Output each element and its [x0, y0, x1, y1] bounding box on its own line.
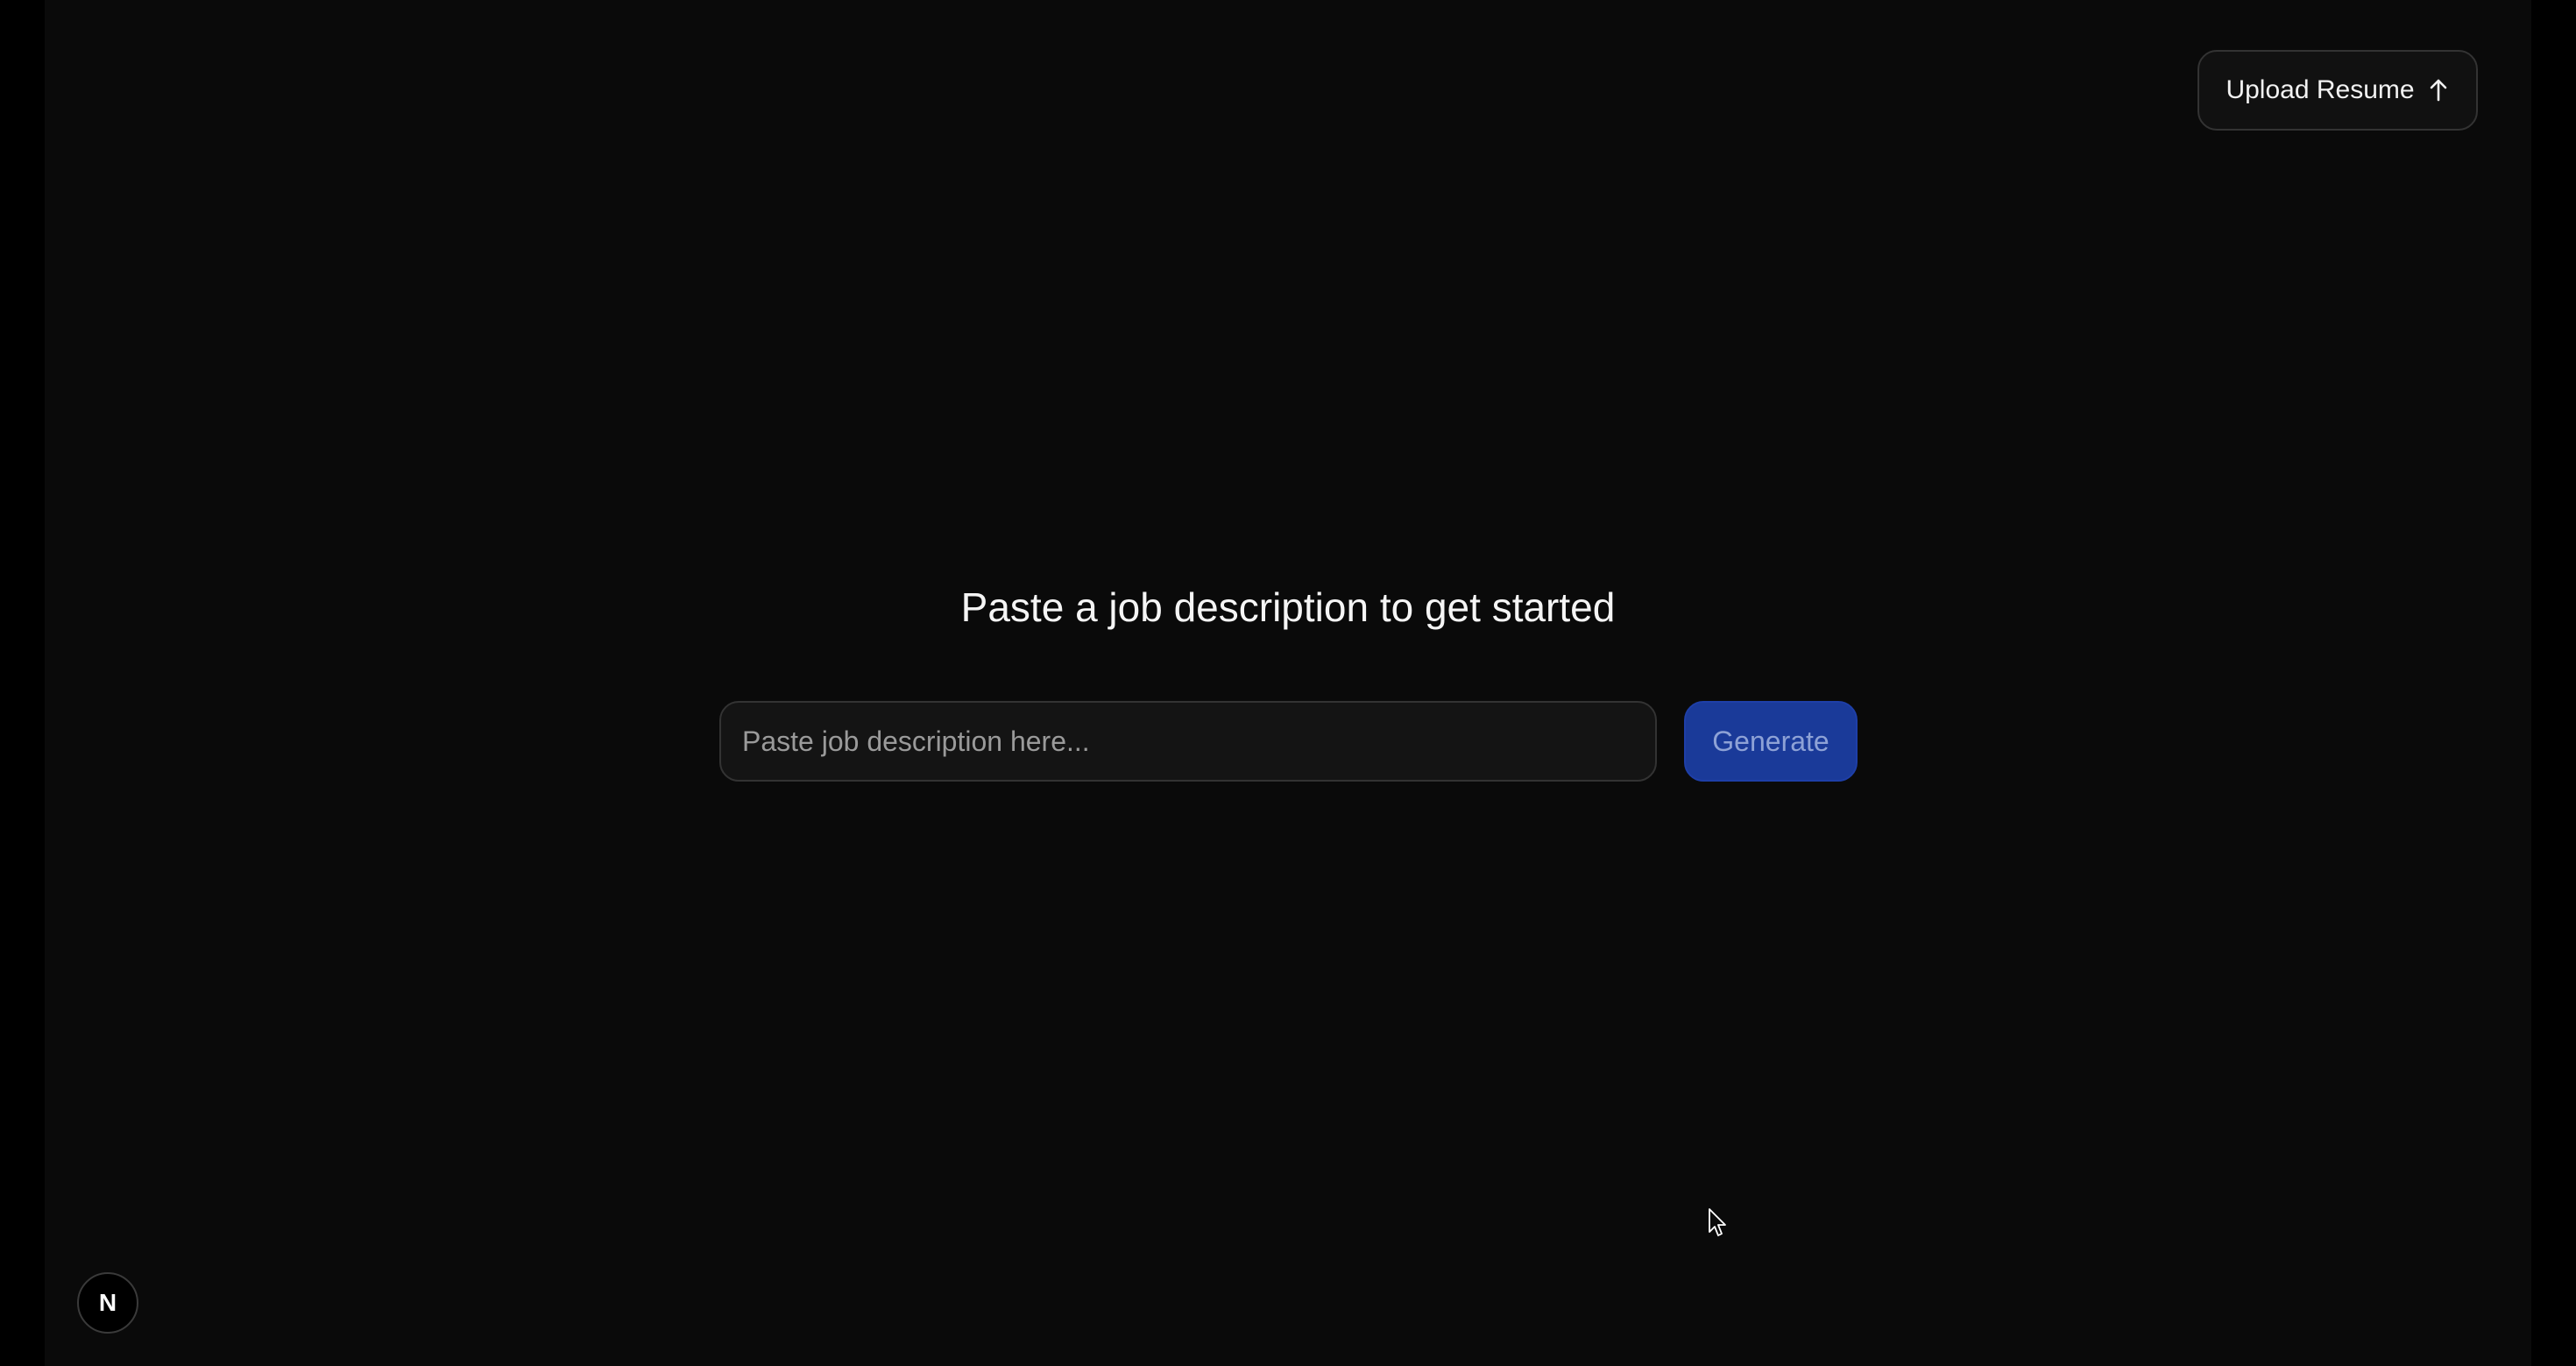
app-viewport: Upload Resume Paste a job description to…	[45, 0, 2531, 1366]
upload-resume-button[interactable]: Upload Resume	[2197, 50, 2478, 131]
arrow-up-icon	[2427, 77, 2450, 103]
nextjs-dev-badge[interactable]: N	[77, 1272, 138, 1334]
nextjs-logo-icon: N	[99, 1289, 117, 1316]
page-title: Paste a job description to get started	[960, 584, 1616, 630]
svg-text:N: N	[99, 1289, 117, 1316]
mouse-cursor-icon	[1709, 1208, 1726, 1236]
job-description-input[interactable]	[719, 701, 1657, 782]
generate-button[interactable]: Generate	[1684, 701, 1858, 782]
upload-resume-label: Upload Resume	[2226, 75, 2415, 104]
